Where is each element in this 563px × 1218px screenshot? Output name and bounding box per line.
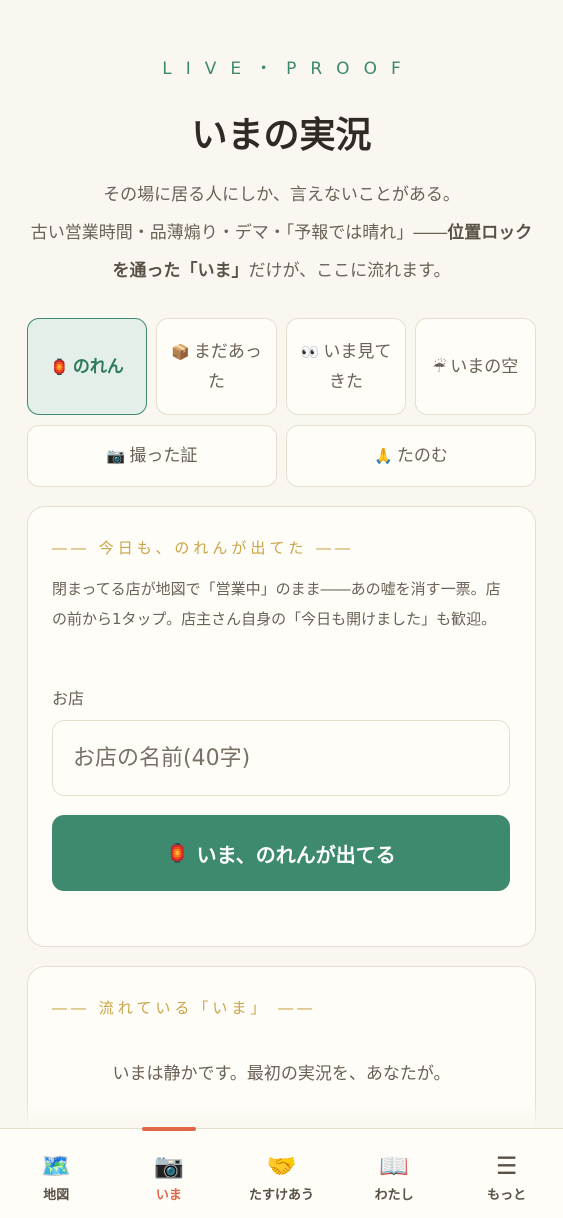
nav-help[interactable]: 🤝 たすけあう	[225, 1129, 338, 1218]
tab-request[interactable]: 🙏 たのむ	[286, 425, 536, 487]
lead-line-1: その場に居る人にしか、言えないことがある。	[103, 185, 460, 205]
noren-submit-button[interactable]: 🏮 いま、のれんが出てる	[52, 815, 510, 891]
submit-label: いま、のれんが出てる	[196, 844, 396, 867]
nav-label: もっと	[487, 1188, 527, 1203]
lantern-icon: 🏮	[166, 842, 189, 863]
lantern-icon: 🏮	[50, 357, 69, 376]
feed-card-heading: ―― 流れている「いま」 ――	[52, 999, 317, 1017]
nav-label: たすけあう	[248, 1188, 314, 1203]
tab-just-saw[interactable]: 👀 いま見てきた	[286, 318, 406, 415]
world-map-icon: 🗺️	[41, 1152, 72, 1180]
umbrella-icon: ☔	[432, 357, 447, 376]
page-lead: その場に居る人にしか、言えないことがある。 古い営業時間・品薄煽り・デマ・「予報…	[28, 176, 535, 290]
tab-label: いまの空	[450, 356, 519, 377]
package-icon: 📦	[171, 342, 190, 361]
tab-label: たのむ	[396, 446, 448, 466]
nav-label: わたし	[374, 1188, 414, 1203]
page-kicker: LIVE・PROOF	[162, 59, 415, 79]
tab-label: のれん	[72, 356, 124, 377]
camera-icon: 📷	[106, 447, 126, 465]
tab-label: まだあった	[193, 341, 262, 392]
form-card-heading: ―― 今日も、のれんが出てた ――	[52, 539, 355, 557]
nav-me[interactable]: 📖 わたし	[338, 1129, 451, 1218]
nav-label: 地図	[43, 1188, 70, 1203]
nav-more[interactable]: ☰ もっと	[450, 1129, 563, 1218]
tab-noren[interactable]: 🏮 のれん	[27, 318, 147, 415]
scroll-fade	[0, 1100, 563, 1128]
shop-field-label: お店	[52, 689, 85, 708]
tab-still-there[interactable]: 📦 まだあった	[156, 318, 277, 415]
lead-line-2-post: だけが、ここに流れます。	[248, 261, 451, 281]
noren-form-card: ―― 今日も、のれんが出てた ―― 閉まってる店が地図で「営業中」のまま――あの…	[27, 506, 536, 947]
handshake-icon: 🤝	[266, 1152, 297, 1180]
book-icon: 📖	[379, 1152, 410, 1180]
nav-label: いま	[155, 1188, 182, 1203]
form-card-description: 閉まってる店が地図で「営業中」のまま――あの嘘を消す一票。店の前から1タップ。店…	[52, 580, 501, 628]
camera-icon: 📷	[153, 1152, 184, 1180]
menu-icon: ☰	[495, 1152, 518, 1180]
shop-name-input[interactable]	[52, 720, 510, 796]
lead-line-2-pre: 古い営業時間・品薄煽り・デマ・「予報では晴れ」――	[30, 223, 448, 243]
tab-label: いま見てきた	[323, 341, 392, 392]
nav-now[interactable]: 📷 いま	[113, 1127, 226, 1218]
page-title: いまの実況	[191, 115, 372, 156]
pray-icon: 🙏	[374, 447, 393, 465]
bottom-navbar: 🗺️ 地図 📷 いま 🤝 たすけあう 📖 わたし ☰ もっと	[0, 1127, 563, 1218]
feed-empty-message: いまは静かです。最初の実況を、あなたが。	[112, 1064, 451, 1084]
eyes-icon: 👀	[300, 342, 320, 361]
tab-label: 撮った証	[129, 446, 198, 466]
nav-map[interactable]: 🗺️ 地図	[0, 1129, 113, 1218]
tab-sky-now[interactable]: ☔ いまの空	[415, 318, 536, 415]
tab-photo-proof[interactable]: 📷 撮った証	[27, 425, 277, 487]
lead-line-2: 古い営業時間・品薄煽り・デマ・「予報では晴れ」――位置ロックを通った「いま」だけ…	[28, 214, 535, 290]
